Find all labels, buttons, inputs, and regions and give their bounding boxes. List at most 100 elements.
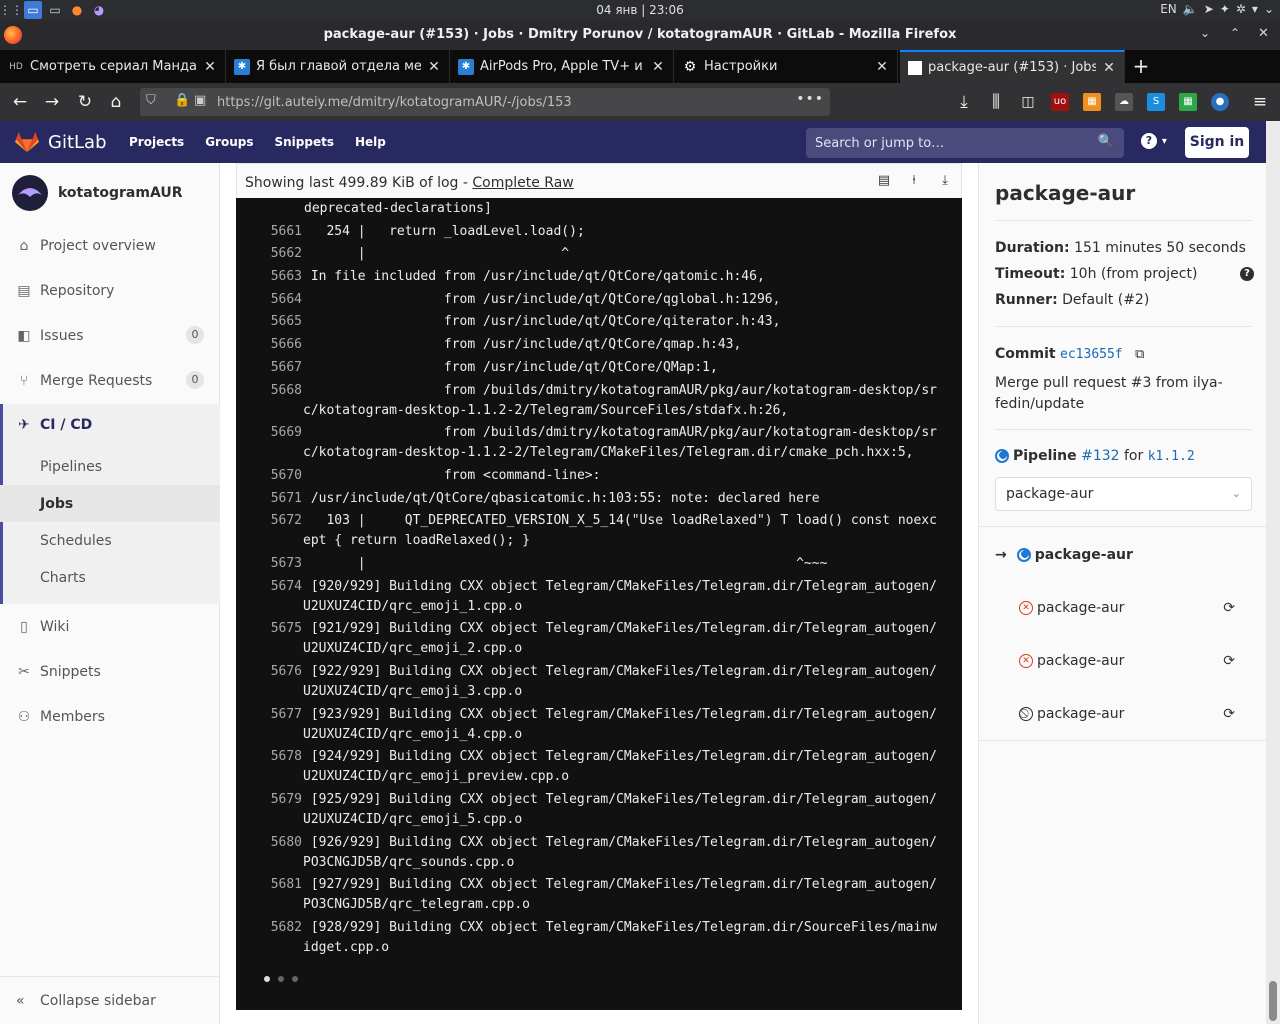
- kotatogram-taskbar-icon[interactable]: ◕: [90, 1, 108, 19]
- sidebar-sub-schedules[interactable]: Schedules: [0, 522, 220, 559]
- library-icon[interactable]: ⫼: [984, 91, 1008, 113]
- ublock-icon[interactable]: uo: [1051, 93, 1069, 111]
- hamburger-menu-icon[interactable]: ≡: [1248, 91, 1272, 113]
- tab-settings[interactable]: ⚙ Настройки ✕: [674, 50, 898, 83]
- job-row-canceled[interactable]: ⃠ package-aur ⟳: [1019, 702, 1255, 726]
- lock-icon[interactable]: 🔒: [174, 93, 190, 108]
- project-header[interactable]: kotatogramAUR: [12, 175, 183, 211]
- maximize-icon[interactable]: ⌃: [1230, 26, 1240, 40]
- sidebar-item-repository[interactable]: ▤ Repository: [0, 273, 220, 309]
- raw-log-icon[interactable]: ▤: [875, 173, 893, 191]
- page-actions-icon[interactable]: •••: [796, 91, 824, 107]
- sidebar-item-issues[interactable]: ◧ Issues 0: [0, 318, 220, 354]
- complete-raw-link[interactable]: Complete Raw: [472, 175, 573, 191]
- job-row-failed-1[interactable]: ✕ package-aur ⟳: [1019, 596, 1255, 620]
- log-line-number[interactable]: 5679: [236, 790, 302, 830]
- gitlab-logo[interactable]: GitLab: [14, 131, 107, 153]
- telegram-tray-icon[interactable]: ➤: [1204, 2, 1214, 16]
- log-line-number[interactable]: 5671: [236, 489, 302, 509]
- keyboard-layout[interactable]: EN: [1160, 2, 1177, 16]
- close-tab-icon[interactable]: ✕: [203, 59, 217, 75]
- sidebar-item-merge-requests[interactable]: ⑂ Merge Requests 0: [0, 363, 220, 399]
- app-grid-icon[interactable]: ⋮⋮: [0, 1, 23, 19]
- nav-groups[interactable]: Groups: [205, 135, 253, 149]
- sidebar-toggle-icon[interactable]: ◫: [1016, 91, 1040, 113]
- log-line-number[interactable]: 5673: [236, 554, 302, 574]
- back-icon[interactable]: ←: [8, 91, 32, 113]
- address-bar[interactable]: ⛉ 🔒 ▣ •••: [140, 88, 830, 116]
- new-tab-button[interactable]: +: [1130, 54, 1152, 78]
- log-line-number[interactable]: 5669: [236, 423, 302, 463]
- close-tab-icon[interactable]: ✕: [427, 59, 441, 75]
- firefox-taskbar-icon[interactable]: ●: [68, 1, 86, 19]
- tab-mandalorian[interactable]: HD Смотреть сериал Мандалорец ✕: [0, 50, 226, 83]
- log-line-number[interactable]: 5670: [236, 466, 302, 486]
- retry-icon[interactable]: ⟳: [1223, 600, 1235, 616]
- close-tab-icon[interactable]: ✕: [875, 59, 889, 75]
- sidebar-sub-charts[interactable]: Charts: [0, 559, 220, 596]
- commit-sha-link[interactable]: ec13655f: [1060, 347, 1123, 362]
- log-line-number[interactable]: 5664: [236, 290, 302, 310]
- s-extension-icon[interactable]: S: [1147, 93, 1165, 111]
- volume-icon[interactable]: 🔈: [1183, 2, 1198, 16]
- sidebar-item-cicd[interactable]: ✈ CI / CD: [0, 407, 220, 443]
- log-line-number[interactable]: 5682: [236, 918, 302, 958]
- settings-tray-icon[interactable]: ✲: [1236, 2, 1246, 16]
- retry-icon[interactable]: ⟳: [1223, 706, 1235, 722]
- account-extension-icon[interactable]: ●: [1211, 93, 1229, 111]
- sidebar-sub-jobs[interactable]: Jobs: [0, 485, 220, 522]
- forward-icon[interactable]: →: [40, 91, 64, 113]
- menu-chevron-icon[interactable]: ⌄: [1264, 2, 1274, 16]
- scroll-to-top-icon[interactable]: ⍿: [905, 173, 923, 191]
- scrollbar-thumb[interactable]: [1269, 981, 1277, 1021]
- reload-icon[interactable]: ↻: [73, 91, 97, 113]
- log-line-number[interactable]: 5672: [236, 511, 302, 551]
- rss-extension-icon[interactable]: ▦: [1083, 93, 1101, 111]
- job-row-failed-2[interactable]: ✕ package-aur ⟳: [1019, 649, 1255, 673]
- log-line-number[interactable]: 5665: [236, 312, 302, 332]
- extension-icon[interactable]: ☁: [1115, 93, 1133, 111]
- job-row-current[interactable]: → package-aur: [995, 543, 1255, 567]
- copy-icon[interactable]: ⧉: [1135, 347, 1144, 362]
- log-line-number[interactable]: 5667: [236, 358, 302, 378]
- url-input[interactable]: [217, 92, 777, 112]
- log-line-number[interactable]: 5668: [236, 381, 302, 421]
- sidebar-item-project-overview[interactable]: ⌂ Project overview: [0, 228, 220, 264]
- log-line-number[interactable]: 5681: [236, 875, 302, 915]
- retry-icon[interactable]: ⟳: [1223, 653, 1235, 669]
- log-line-number[interactable]: 5661: [236, 222, 302, 242]
- log-line-number[interactable]: 5674: [236, 577, 302, 617]
- ref-link[interactable]: k1.1.2: [1148, 449, 1195, 464]
- close-tab-icon[interactable]: ✕: [1102, 60, 1116, 76]
- tab-article-2[interactable]: ✱ AirPods Pro, Apple TV+ и мн ✕: [450, 50, 674, 83]
- scroll-to-bottom-icon[interactable]: ⤓: [936, 173, 954, 191]
- close-tab-icon[interactable]: ✕: [651, 59, 665, 75]
- home-icon[interactable]: ⌂: [104, 91, 128, 113]
- tab-article-1[interactable]: ✱ Я был главой отдела межд ✕: [226, 50, 450, 83]
- log-line-number[interactable]: 5677: [236, 705, 302, 745]
- log-line-number[interactable]: 5678: [236, 747, 302, 787]
- timeout-help-icon[interactable]: ?: [1240, 267, 1254, 281]
- sidebar-sub-pipelines[interactable]: Pipelines: [0, 448, 220, 485]
- minimize-icon[interactable]: ⌄: [1200, 26, 1210, 40]
- sidebar-item-snippets[interactable]: ✂ Snippets: [0, 654, 220, 690]
- nav-snippets[interactable]: Snippets: [275, 135, 335, 149]
- help-dropdown[interactable]: ? ▾: [1141, 132, 1167, 149]
- stage-dropdown[interactable]: package-aur ⌄: [995, 477, 1252, 511]
- nav-help[interactable]: Help: [355, 135, 386, 149]
- log-line-number[interactable]: 5666: [236, 335, 302, 355]
- desktop-1-icon[interactable]: ▭: [24, 1, 42, 19]
- permissions-icon[interactable]: ▣: [194, 93, 206, 108]
- sidebar-item-wiki[interactable]: ▯ Wiki: [0, 609, 220, 645]
- close-window-icon[interactable]: ✕: [1258, 26, 1269, 41]
- desktop-2-icon[interactable]: ▭: [46, 1, 64, 19]
- wifi-icon[interactable]: ▾: [1252, 2, 1258, 16]
- sidebar-item-members[interactable]: ⚇ Members: [0, 699, 220, 735]
- search-input[interactable]: [815, 134, 1095, 152]
- downloads-icon[interactable]: ⤓: [952, 91, 976, 113]
- collapse-sidebar-button[interactable]: « Collapse sidebar: [0, 976, 220, 1024]
- log-line-number[interactable]: 5676: [236, 662, 302, 702]
- sign-in-button[interactable]: Sign in: [1185, 127, 1249, 158]
- log-line-number[interactable]: 5663: [236, 267, 302, 287]
- page-scrollbar[interactable]: [1266, 121, 1280, 1024]
